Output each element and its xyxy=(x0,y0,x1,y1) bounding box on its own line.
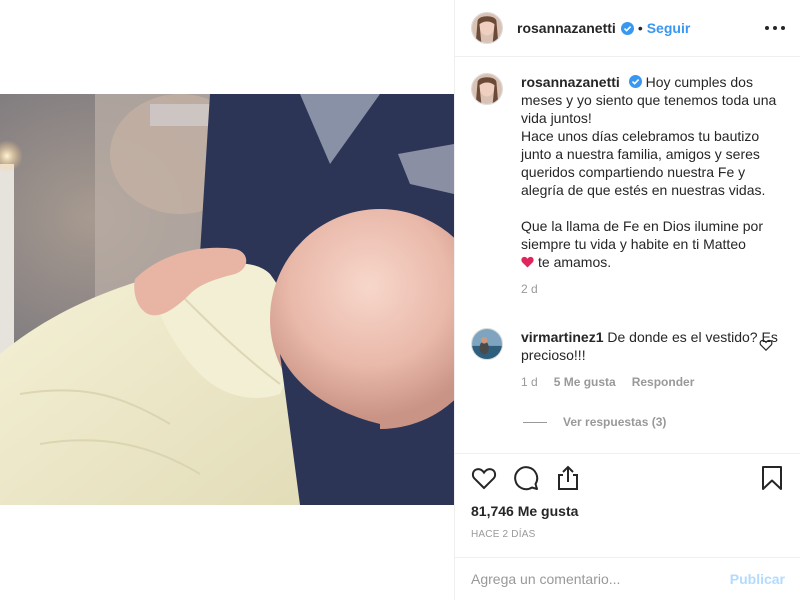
post-side-panel: rosannazanetti • Seguir rosannazanetti H… xyxy=(454,0,800,600)
comment-item: virmartinez1 De donde es el vestido? Es … xyxy=(471,328,785,391)
red-heart-emoji-icon xyxy=(521,256,534,268)
likes-count[interactable]: 81,746 Me gusta xyxy=(471,503,785,519)
post-media-area xyxy=(0,0,454,600)
post-actions: 81,746 Me gusta HACE 2 DÍAS xyxy=(455,453,800,557)
bookmark-icon[interactable] xyxy=(759,465,785,491)
view-replies-label: Ver respuestas (3) xyxy=(563,415,667,429)
caption-username[interactable]: rosannazanetti xyxy=(521,74,620,90)
caption-body: rosannazanetti Hoy cumples dos meses y y… xyxy=(521,73,785,298)
comment-likes[interactable]: 5 Me gusta xyxy=(554,373,616,391)
comment-username[interactable]: virmartinez1 xyxy=(521,329,603,345)
baby-baptism-photo xyxy=(0,94,454,505)
publish-button[interactable]: Publicar xyxy=(730,571,785,587)
post-header: rosannazanetti • Seguir xyxy=(455,0,800,57)
caption-timestamp[interactable]: 2 d xyxy=(521,280,538,298)
post-photo[interactable] xyxy=(0,94,454,505)
comment-avatar[interactable] xyxy=(471,328,503,360)
follow-button[interactable]: Seguir xyxy=(647,20,691,36)
dot-separator: • xyxy=(637,20,643,36)
post-time-ago[interactable]: HACE 2 DÍAS xyxy=(471,529,785,540)
add-comment-bar: Publicar xyxy=(455,557,800,600)
header-username[interactable]: rosannazanetti xyxy=(517,20,616,36)
reply-button[interactable]: Responder xyxy=(632,373,695,391)
caption-meta: 2 d xyxy=(521,280,785,298)
comment-body: virmartinez1 De donde es el vestido? Es … xyxy=(521,328,785,391)
heart-outline-icon[interactable] xyxy=(759,338,773,352)
comment-timestamp[interactable]: 1 d xyxy=(521,373,538,391)
replies-divider xyxy=(523,421,547,423)
share-icon[interactable] xyxy=(555,465,581,491)
action-icons-row xyxy=(471,454,785,502)
caption-avatar[interactable] xyxy=(471,73,503,105)
profile-photo-icon xyxy=(472,329,502,359)
comment-input[interactable] xyxy=(471,571,730,587)
comment-meta: 1 d 5 Me gusta Responder xyxy=(521,373,785,391)
comments-list[interactable]: rosannazanetti Hoy cumples dos meses y y… xyxy=(455,57,800,453)
heart-icon[interactable] xyxy=(471,465,497,491)
caption-text: Hoy cumples dos meses y yo siento que te… xyxy=(521,74,777,252)
comment-icon[interactable] xyxy=(513,465,539,491)
caption-entry: rosannazanetti Hoy cumples dos meses y y… xyxy=(471,73,785,298)
profile-photo-icon xyxy=(472,13,502,43)
more-horizontal-icon[interactable] xyxy=(765,18,785,38)
caption-text-end: te amamos. xyxy=(538,254,612,270)
verified-badge-icon xyxy=(628,75,642,88)
verified-badge-icon xyxy=(620,21,634,35)
view-replies-button[interactable]: Ver respuestas (3) xyxy=(523,415,785,429)
profile-photo-icon xyxy=(472,74,502,104)
avatar[interactable] xyxy=(471,12,503,44)
